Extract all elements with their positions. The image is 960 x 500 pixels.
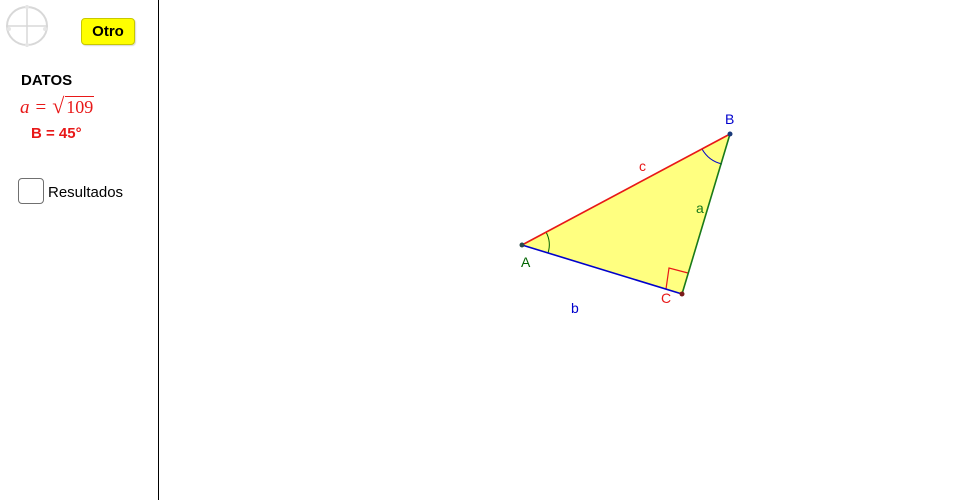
vertex-b-point[interactable] (727, 131, 733, 137)
control-panel: Otro DATOS a = √ 109 B = 45° Resultados (0, 0, 159, 500)
vertex-b-label: B (725, 111, 734, 127)
radical-sign: √ (52, 93, 65, 118)
datos-heading: DATOS (21, 72, 73, 89)
given-angle-b: B = 45° (31, 125, 82, 142)
geometry-canvas[interactable]: A B C c a b (160, 0, 960, 500)
geogebra-logo-icon (6, 5, 48, 47)
vertex-c-point[interactable] (679, 291, 685, 297)
side-c-label: c (639, 158, 646, 174)
vertex-a-point[interactable] (519, 242, 525, 248)
vertex-c-label: C (661, 290, 671, 306)
vertex-a-label: A (521, 254, 531, 270)
formula-equals: = (35, 97, 47, 118)
formula-radicand: 109 (65, 96, 95, 117)
side-a-label: a (696, 200, 704, 216)
formula-variable: a (20, 97, 30, 118)
resultados-label[interactable]: Resultados (48, 184, 123, 201)
side-a-formula: a = √ 109 (20, 93, 95, 119)
otro-button[interactable]: Otro (81, 18, 135, 45)
side-b-label: b (571, 300, 579, 316)
resultados-checkbox[interactable] (18, 178, 44, 204)
